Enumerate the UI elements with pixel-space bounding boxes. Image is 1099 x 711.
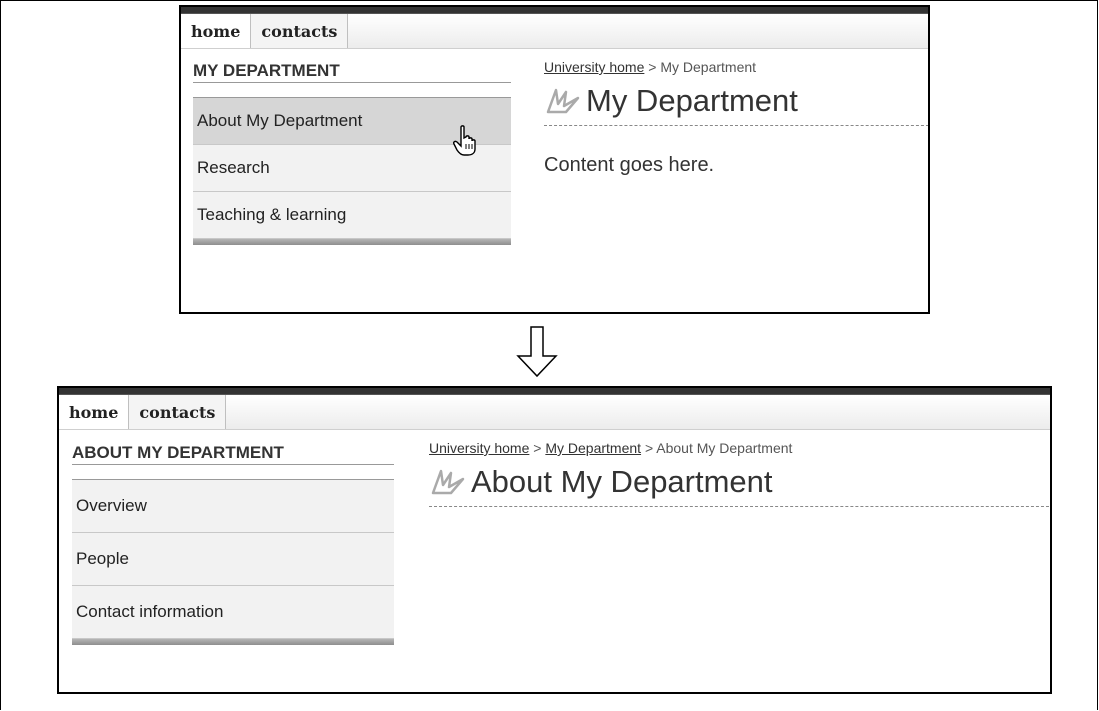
breadcrumb-current: About My Department — [656, 440, 793, 456]
breadcrumb: University home > My Department > About … — [429, 440, 1050, 456]
sidebar: MY DEPARTMENT About My Department Resear… — [193, 51, 511, 245]
nav-tabs: home contacts — [59, 395, 1050, 430]
sidebar-item-people[interactable]: People — [72, 533, 394, 586]
sidebar-item-label: About My Department — [197, 111, 363, 130]
breadcrumb-separator: > — [644, 440, 654, 456]
top-bar — [59, 388, 1050, 395]
breadcrumb-link-university[interactable]: University home — [429, 440, 529, 456]
bird-logo-icon — [546, 88, 580, 114]
breadcrumb-link-department[interactable]: My Department — [545, 440, 641, 456]
screenshot-after: home contacts ABOUT MY DEPARTMENT Overvi… — [57, 386, 1052, 694]
breadcrumb-current: My Department — [660, 59, 757, 75]
page-title: About My Department — [429, 464, 1050, 507]
sidebar-footer — [72, 639, 394, 645]
sidebar-item-label: Research — [197, 158, 270, 177]
screenshot-before: home contacts MY DEPARTMENT About My Dep… — [179, 5, 930, 314]
tab-contacts[interactable]: contacts — [251, 14, 349, 48]
tab-contacts[interactable]: contacts — [129, 395, 227, 429]
sidebar-item-teaching[interactable]: Teaching & learning — [193, 192, 511, 239]
sidebar-item-label: People — [76, 549, 129, 568]
hand-pointer-icon — [453, 125, 476, 156]
breadcrumb-link-university[interactable]: University home — [544, 59, 644, 75]
page-title: My Department — [544, 83, 928, 126]
content-text: Content goes here. — [544, 154, 715, 176]
sidebar-footer — [193, 239, 511, 245]
breadcrumb-separator: > — [533, 440, 542, 456]
breadcrumb-separator: > — [648, 59, 657, 75]
sidebar-title: ABOUT MY DEPARTMENT — [72, 433, 394, 465]
sidebar-item-label: Contact information — [76, 602, 224, 621]
sidebar-item-contact[interactable]: Contact information — [72, 586, 394, 639]
tab-home[interactable]: home — [181, 14, 252, 48]
sidebar-item-label: Overview — [76, 496, 147, 515]
sidebar: ABOUT MY DEPARTMENT Overview People Cont… — [72, 433, 394, 645]
top-bar — [181, 7, 928, 14]
content-area: University home > My Department My Depar… — [544, 59, 928, 177]
tab-home[interactable]: home — [59, 395, 130, 429]
breadcrumb: University home > My Department — [544, 59, 928, 75]
sidebar-title: MY DEPARTMENT — [193, 51, 511, 83]
content-area: University home > My Department > About … — [429, 440, 1050, 507]
down-arrow-icon — [516, 326, 558, 378]
page-title-text: About My Department — [471, 464, 773, 499]
nav-tabs: home contacts — [181, 14, 928, 49]
sidebar-item-overview[interactable]: Overview — [72, 480, 394, 533]
bird-logo-icon — [431, 469, 465, 495]
page-title-text: My Department — [586, 83, 798, 118]
sidebar-item-label: Teaching & learning — [197, 205, 347, 224]
